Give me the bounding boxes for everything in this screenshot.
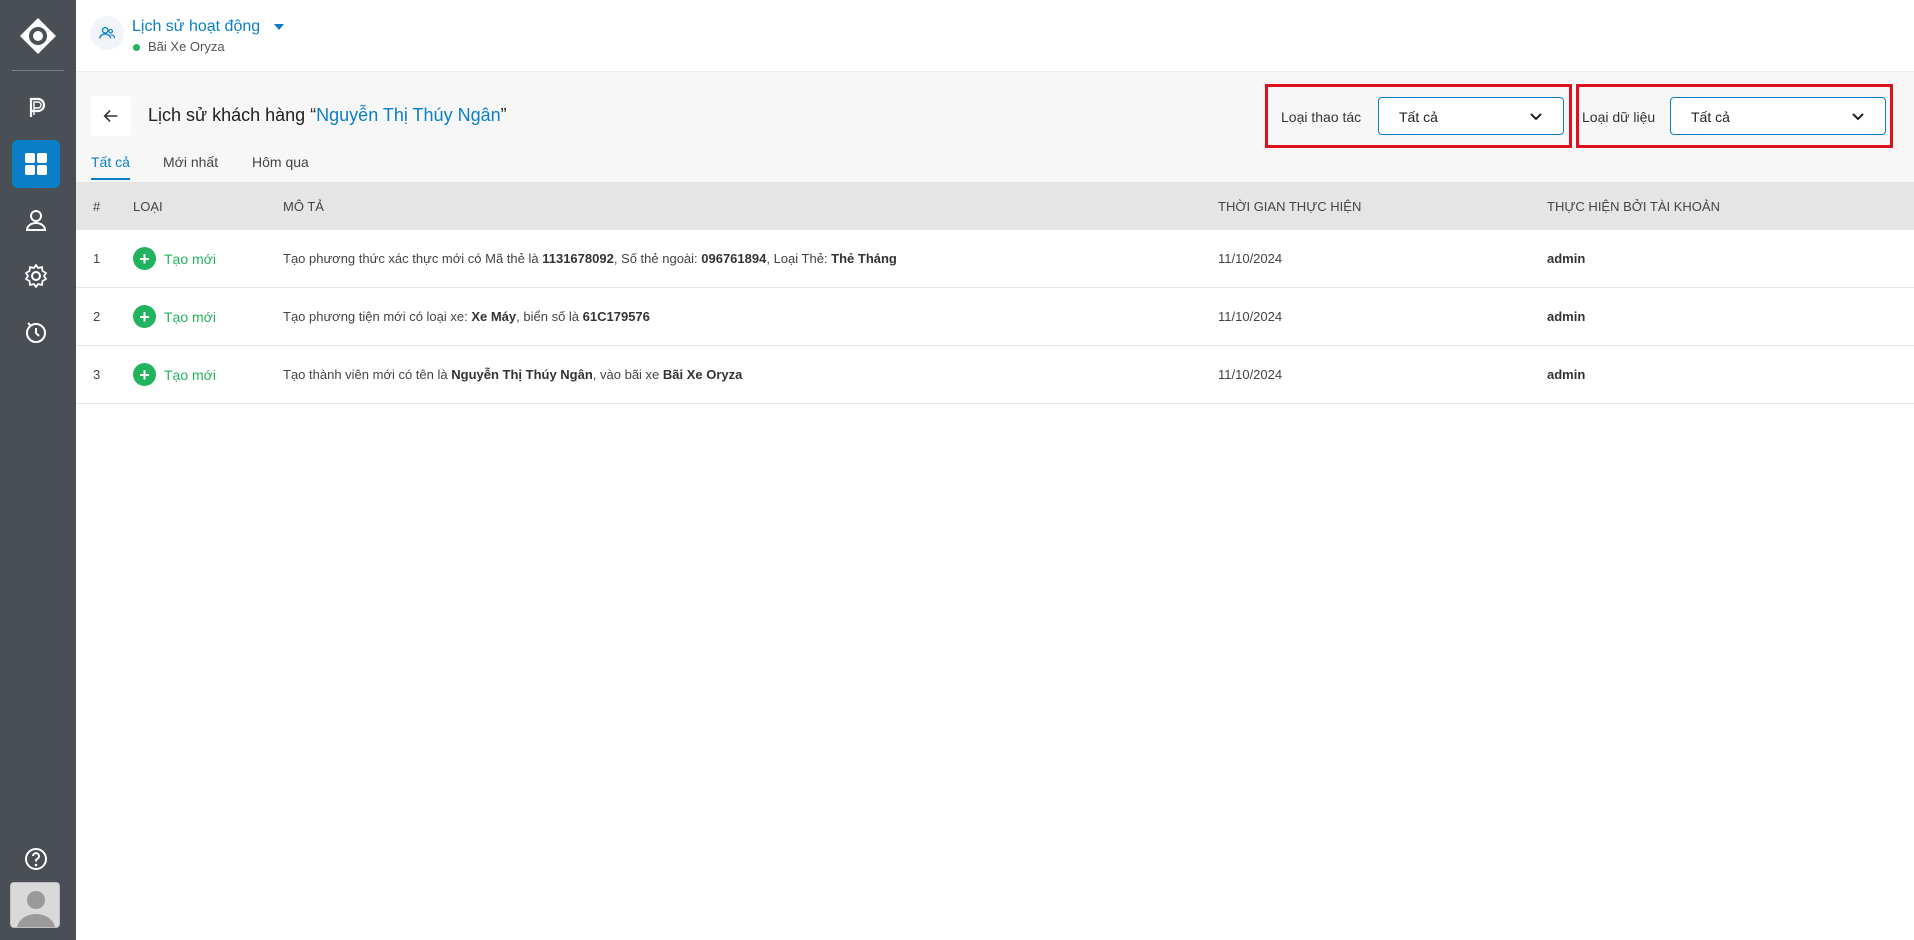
tab-all[interactable]: Tất cả [91, 154, 130, 180]
caret-down-icon[interactable] [274, 24, 284, 30]
action-type-value: Tất cả [1399, 109, 1438, 125]
parking-icon [29, 97, 46, 117]
row-index: 3 [93, 367, 101, 382]
row-description: Tạo phương thức xác thực mới có Mã thẻ l… [283, 251, 897, 266]
row-time: 11/10/2024 [1218, 251, 1283, 266]
plus-circle-icon: + [133, 247, 156, 270]
table-row[interactable]: 2 + Tạo mới Tạo phương tiện mới có loại xe:… [76, 288, 1914, 346]
status-dot [133, 44, 140, 51]
table-header: # Loại Mô tả Thời gian thực hiện Thực hi… [76, 182, 1914, 230]
chevron-down-icon [1852, 113, 1864, 121]
logo-icon[interactable] [18, 16, 58, 56]
data-type-label: Loại dữ liệu [1582, 109, 1656, 125]
row-type: + Tạo mới [133, 305, 216, 328]
table-row[interactable]: 3 + Tạo mới Tạo thành viên mới có tên là Ng… [76, 346, 1914, 404]
page-title-prefix: Lịch sử khách hàng “ [148, 105, 317, 125]
table-row[interactable]: 1 + Tạo mới Tạo phương thức xác thực mới có… [76, 230, 1914, 288]
row-type-label: Tạo mới [164, 250, 216, 267]
data-type-value: Tất cả [1691, 109, 1730, 125]
sidebar-item-dashboard[interactable] [12, 140, 60, 188]
col-header-type: Loại [133, 199, 163, 214]
table-body: 1 + Tạo mới Tạo phương thức xác thực mới có… [76, 230, 1914, 404]
sidebar-item-history[interactable] [12, 308, 60, 356]
row-performed-by: admin [1547, 367, 1586, 382]
sidebar-item-help[interactable] [12, 835, 60, 883]
row-index: 2 [93, 309, 101, 324]
row-type-label: Tạo mới [164, 366, 216, 383]
action-type-label: Loại thao tác [1281, 109, 1362, 125]
row-performed-by: admin [1547, 309, 1586, 324]
row-type: + Tạo mới [133, 247, 216, 270]
col-header-time: Thời gian thực hiện [1218, 199, 1362, 214]
action-type-select[interactable]: Tất cả [1378, 97, 1564, 135]
avatar[interactable] [10, 882, 60, 928]
history-icon [26, 322, 46, 343]
page-title-customer-name: Nguyễn Thị Thúy Ngân [316, 105, 501, 125]
col-header-description: Mô tả [283, 199, 324, 214]
arrow-left-icon [103, 110, 118, 122]
row-performed-by: admin [1547, 251, 1586, 266]
back-button[interactable] [91, 96, 131, 136]
col-header-performed-by: Thực hiện bởi tài khoản [1547, 199, 1720, 214]
action-type-filter: Loại thao tác Tất cả [1265, 84, 1572, 148]
page-title: Lịch sử khách hàng “Nguyễn Thị Thúy Ngân… [148, 105, 507, 126]
sidebar-item-settings[interactable] [12, 252, 60, 300]
row-index: 1 [93, 251, 101, 266]
sidebar-item-users[interactable] [12, 196, 60, 244]
activity-users-icon [90, 16, 124, 50]
data-type-filter: Loại dữ liệu Tất cả [1576, 84, 1893, 148]
sidebar-item-parking[interactable] [12, 84, 60, 132]
data-type-select[interactable]: Tất cả [1670, 97, 1886, 135]
col-header-index: # [93, 199, 101, 214]
page-title-suffix: ” [500, 105, 507, 125]
row-description: Tạo thành viên mới có tên là Nguyễn Thị … [283, 367, 743, 382]
user-icon [25, 210, 47, 231]
avatar-icon [11, 883, 59, 927]
plus-circle-icon: + [133, 363, 156, 386]
sidebar [0, 0, 76, 940]
sidebar-divider [12, 70, 64, 71]
gear-icon [25, 264, 47, 288]
tab-newest[interactable]: Mới nhất [163, 154, 218, 178]
plus-circle-icon: + [133, 305, 156, 328]
help-icon [25, 848, 47, 870]
header-title[interactable]: Lịch sử hoạt động [132, 18, 260, 36]
row-time: 11/10/2024 [1218, 367, 1283, 382]
top-bar: Lịch sử hoạt động Bãi Xe Oryza [76, 0, 1914, 72]
header-subtitle: Bãi Xe Oryza [148, 39, 225, 54]
row-description: Tạo phương tiện mới có loại xe: Xe Máy, … [283, 309, 650, 324]
row-type-label: Tạo mới [164, 308, 216, 325]
chevron-down-icon [1530, 113, 1542, 121]
dashboard-grid-icon [25, 153, 47, 175]
tab-yesterday[interactable]: Hôm qua [252, 154, 309, 178]
history-table: # Loại Mô tả Thời gian thực hiện Thực hi… [76, 182, 1914, 404]
row-time: 11/10/2024 [1218, 309, 1283, 324]
row-type: + Tạo mới [133, 363, 216, 386]
